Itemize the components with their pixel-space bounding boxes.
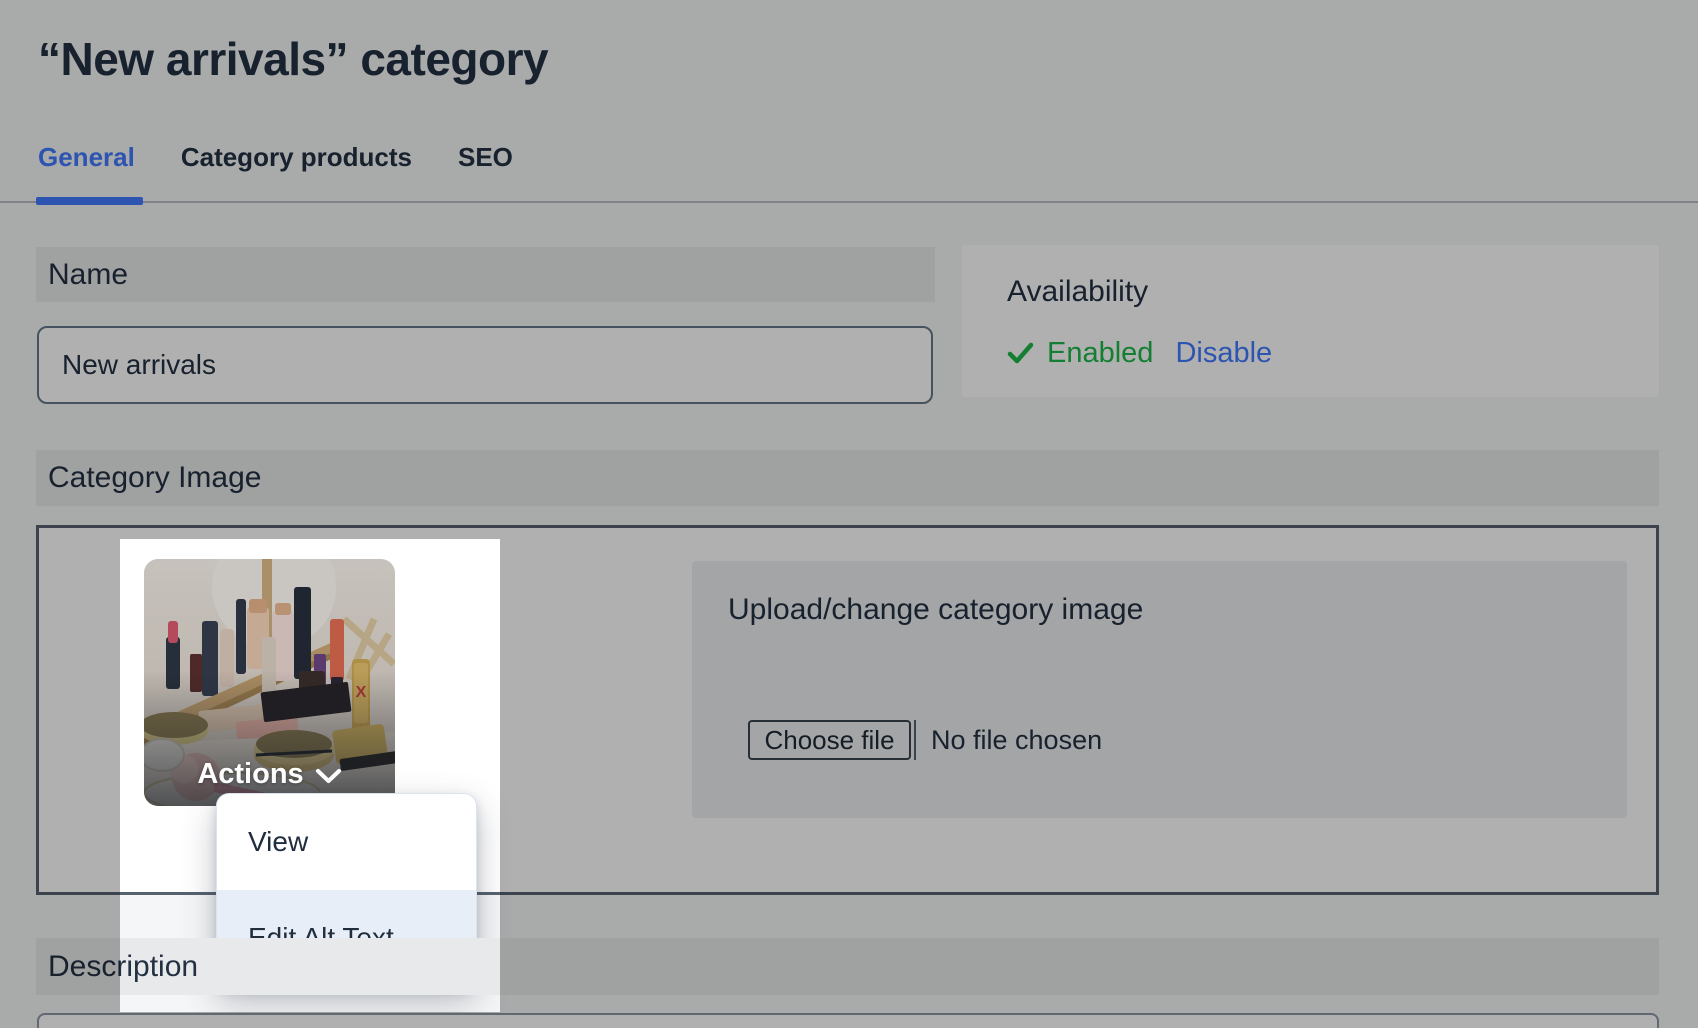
upload-heading: Upload/change category image: [728, 593, 1143, 627]
active-tab-underline: [36, 197, 143, 205]
category-edit-page: “New arrivals” category General Category…: [0, 0, 1698, 1028]
upload-card: Upload/change category image Choose file…: [692, 561, 1627, 818]
tab-seo[interactable]: SEO: [458, 142, 513, 173]
file-input-divider: [914, 720, 916, 760]
actions-button-label: Actions: [197, 758, 303, 791]
description-label: Description: [48, 950, 198, 984]
page-title: “New arrivals” category: [38, 32, 548, 86]
description-editor[interactable]: [37, 1013, 1659, 1028]
chevron-down-icon: [315, 768, 342, 785]
tab-category-products[interactable]: Category products: [181, 142, 412, 173]
no-file-chosen-text: No file chosen: [931, 725, 1102, 756]
status-badge: Enabled: [1047, 337, 1153, 370]
name-input-value: New arrivals: [62, 349, 216, 381]
availability-title: Availability: [1007, 275, 1148, 309]
file-input: Choose file No file chosen: [748, 720, 1102, 760]
tab-bar-divider: [0, 201, 1698, 203]
choose-file-button[interactable]: Choose file: [748, 720, 911, 760]
category-image-label: Category Image: [48, 461, 261, 495]
name-input[interactable]: New arrivals: [37, 326, 933, 404]
tab-bar: General Category products SEO: [38, 142, 513, 173]
description-section-header: Description: [36, 938, 1659, 995]
category-image-section-header: Category Image: [36, 450, 1659, 506]
name-label: Name: [48, 258, 128, 292]
disable-link[interactable]: Disable: [1175, 337, 1272, 370]
name-section-header: Name: [36, 247, 935, 302]
availability-card: Availability Enabled Disable: [962, 245, 1659, 397]
menu-item-view[interactable]: View: [217, 794, 476, 890]
checkmark-icon: [1007, 341, 1034, 366]
tab-general[interactable]: General: [38, 142, 135, 173]
actions-button[interactable]: Actions: [144, 757, 395, 791]
availability-status-row: Enabled Disable: [1007, 337, 1272, 370]
